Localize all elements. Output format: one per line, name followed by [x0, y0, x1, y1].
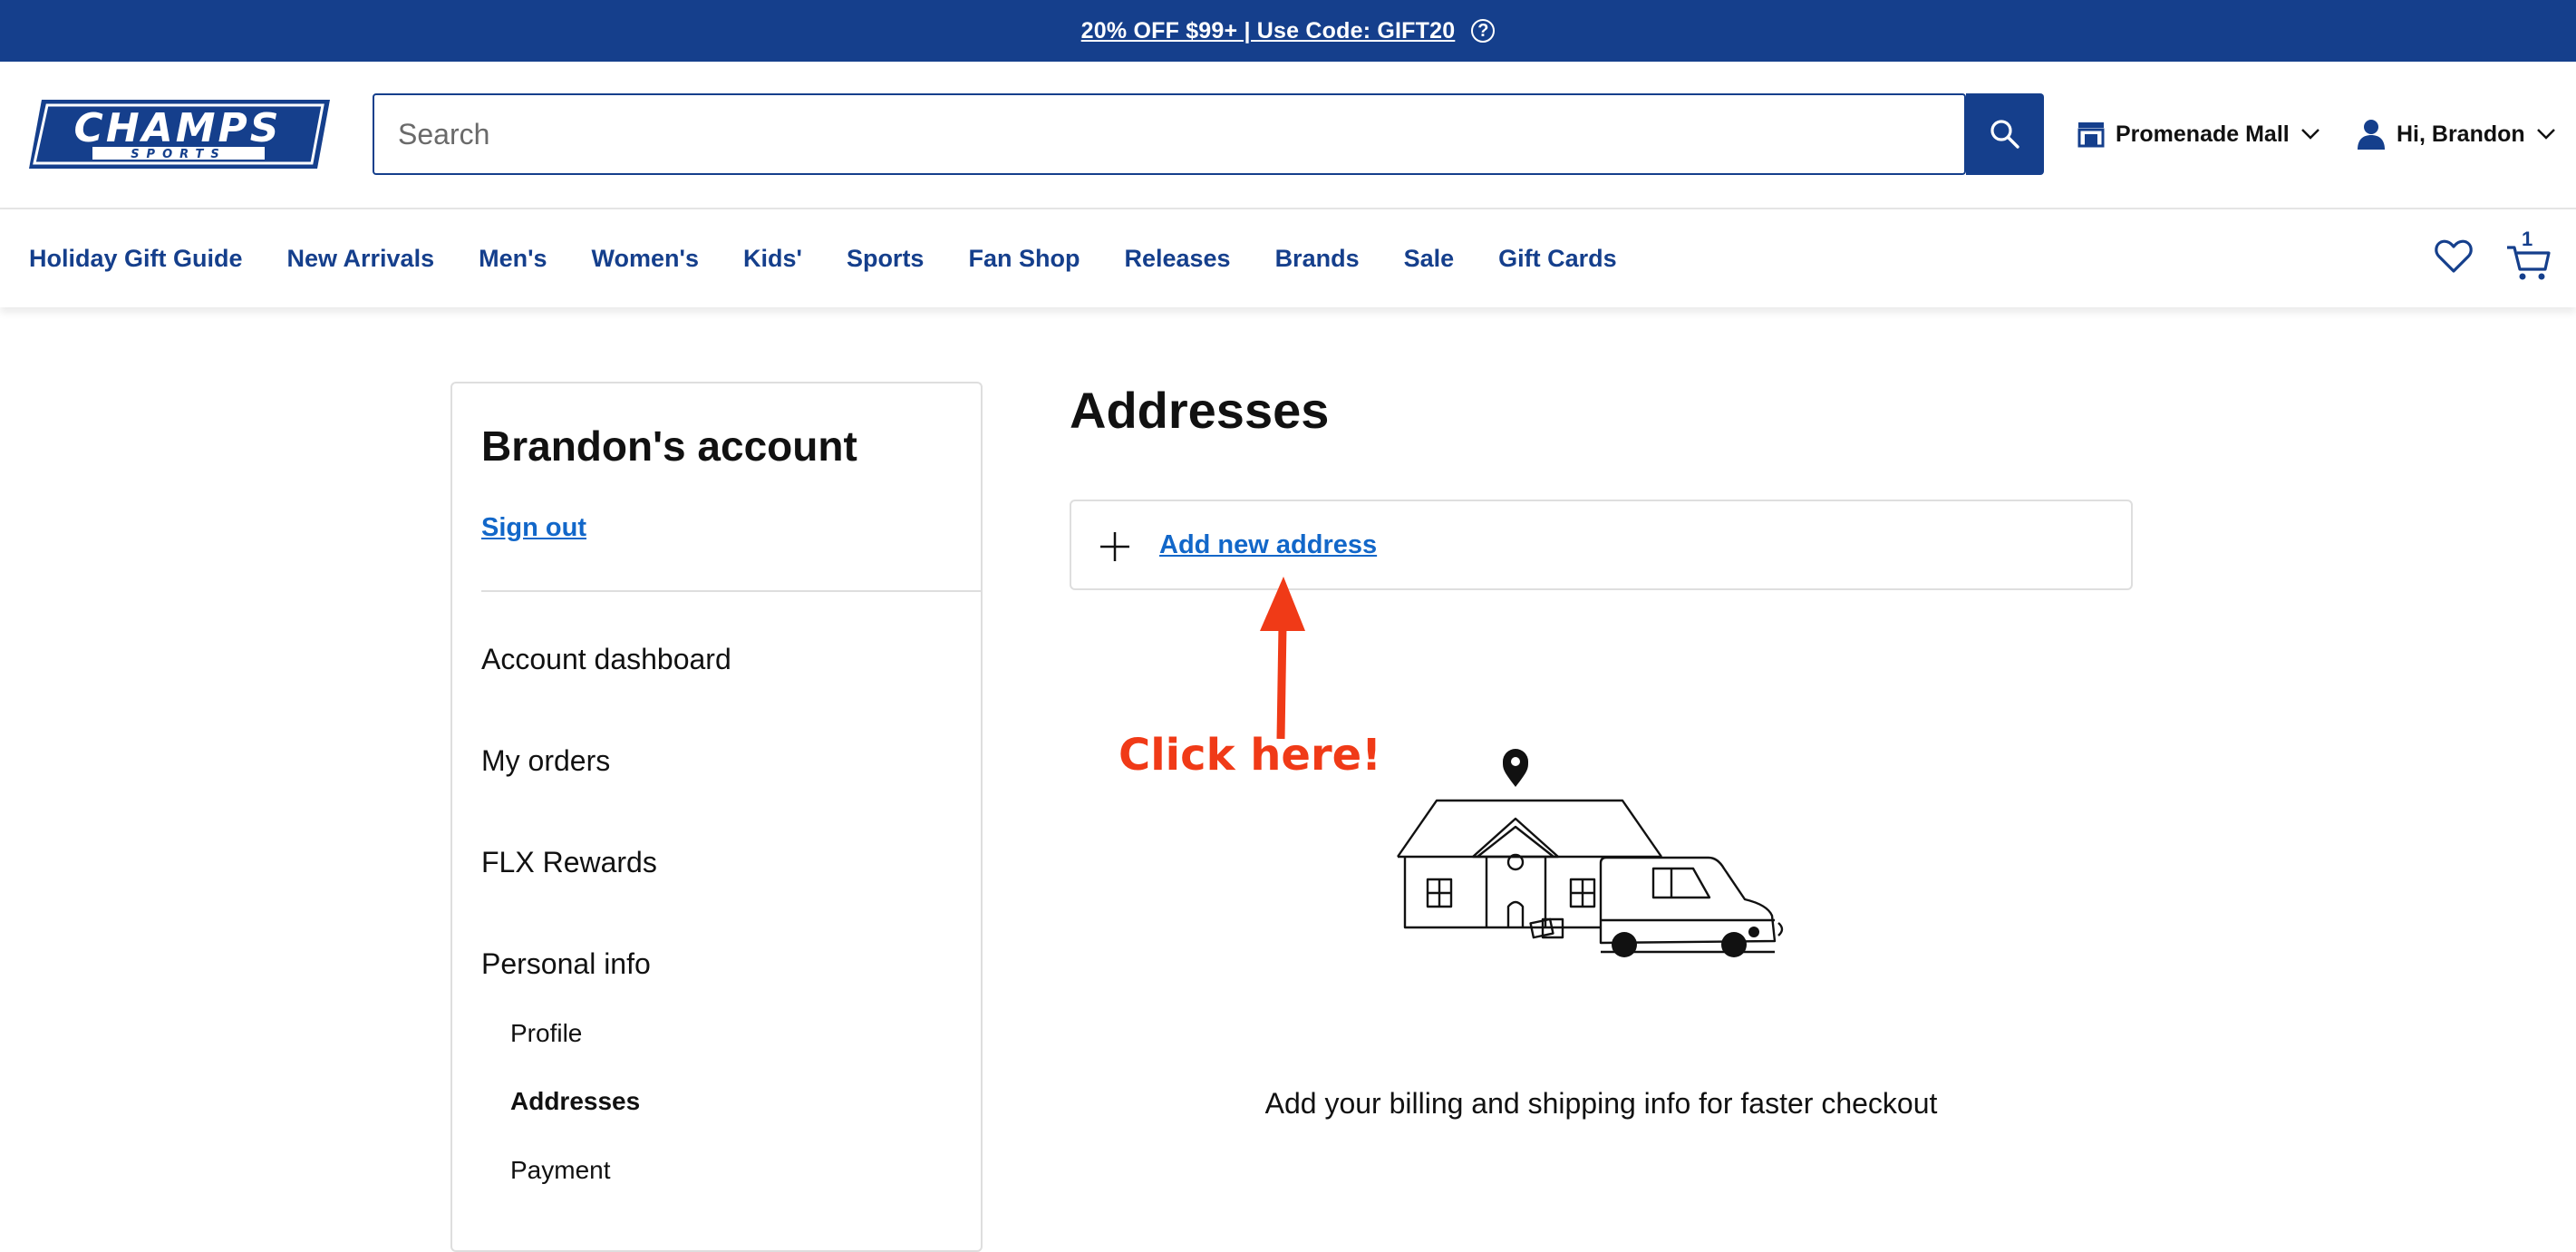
sign-out-link[interactable]: Sign out — [481, 513, 586, 543]
site-header: CHAMPS SPORTS Promenade Mall Hi, Brandon — [0, 62, 2576, 209]
store-selector[interactable]: Promenade Mall — [2077, 116, 2320, 152]
chevron-down-icon — [2536, 129, 2555, 140]
nav-item-mens[interactable]: Men's — [479, 245, 547, 273]
account-title: Brandon's account — [481, 422, 857, 470]
search-icon — [1990, 120, 2019, 149]
store-icon — [2077, 122, 2105, 148]
heart-icon[interactable] — [2434, 237, 2474, 277]
click-here-annotation: Click here! — [1119, 730, 1382, 781]
user-greeting: Hi, Brandon — [2397, 121, 2525, 147]
nav-item-sale[interactable]: Sale — [1404, 245, 1455, 273]
red-arrow-annotation — [1260, 577, 1305, 740]
nav-item-fan-shop[interactable]: Fan Shop — [968, 245, 1080, 273]
nav-item-holiday-gift-guide[interactable]: Holiday Gift Guide — [29, 245, 243, 273]
nav-item-womens[interactable]: Women's — [592, 245, 699, 273]
promo-link[interactable]: 20% OFF $99+ | Use Code: GIFT20 — [1081, 18, 1456, 44]
nav-items: Holiday Gift Guide New Arrivals Men's Wo… — [29, 209, 1661, 307]
user-icon — [2358, 120, 2385, 150]
champs-sports-logo[interactable]: CHAMPS SPORTS — [29, 98, 330, 170]
search-button[interactable] — [1966, 93, 2044, 175]
store-label: Promenade Mall — [2116, 121, 2290, 147]
nav-item-releases[interactable]: Releases — [1124, 245, 1230, 273]
account-sidebar: Brandon's account Sign out Account dashb… — [450, 382, 983, 1252]
nav-item-new-arrivals[interactable]: New Arrivals — [287, 245, 435, 273]
sidebar-subitem-profile[interactable]: Profile — [510, 1019, 582, 1048]
promo-banner: 20% OFF $99+ | Use Code: GIFT20 ? — [0, 0, 2576, 62]
sidebar-item-personal-info[interactable]: Personal info — [481, 947, 651, 981]
plus-icon — [1100, 532, 1129, 561]
nav-item-kids[interactable]: Kids' — [743, 245, 802, 273]
house-delivery-illustration — [1397, 749, 1784, 957]
question-circle-icon[interactable]: ? — [1471, 19, 1496, 43]
nav-item-gift-cards[interactable]: Gift Cards — [1498, 245, 1617, 273]
sidebar-subitem-addresses[interactable]: Addresses — [510, 1087, 640, 1116]
add-new-address-button[interactable]: Add new address — [1070, 500, 2133, 590]
search-input[interactable] — [396, 95, 1941, 174]
add-new-address-link[interactable]: Add new address — [1159, 530, 1377, 560]
page-title: Addresses — [1070, 382, 1330, 439]
svg-text:CHAMPS: CHAMPS — [74, 105, 282, 151]
search-box — [373, 93, 1966, 175]
nav-item-sports[interactable]: Sports — [847, 245, 925, 273]
nav-item-brands[interactable]: Brands — [1275, 245, 1360, 273]
empty-addresses-message: Add your billing and shipping info for f… — [1264, 1087, 1938, 1120]
chevron-down-icon — [2300, 129, 2319, 140]
main-nav: Holiday Gift Guide New Arrivals Men's Wo… — [0, 209, 2576, 307]
sidebar-divider — [481, 590, 983, 592]
cart-icon[interactable] — [2505, 237, 2552, 282]
account-menu[interactable]: Hi, Brandon — [2357, 116, 2556, 152]
sidebar-item-my-orders[interactable]: My orders — [481, 744, 610, 778]
sidebar-item-flx-rewards[interactable]: FLX Rewards — [481, 846, 657, 879]
sidebar-item-account-dashboard[interactable]: Account dashboard — [481, 643, 731, 676]
svg-text:SPORTS: SPORTS — [131, 148, 227, 161]
sidebar-subitem-payment[interactable]: Payment — [510, 1156, 611, 1185]
